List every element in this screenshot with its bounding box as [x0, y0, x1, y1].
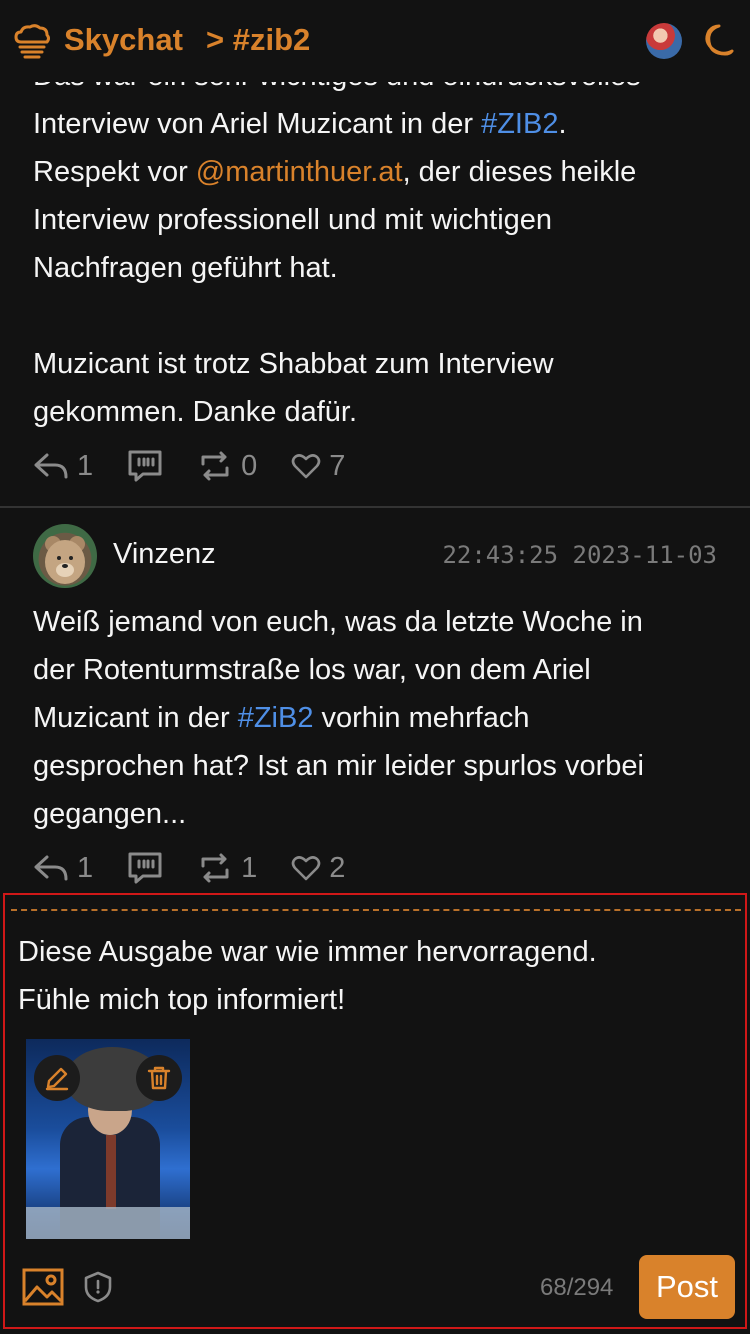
post-line: Respekt vor @martinthuer.at, der dieses … [33, 156, 637, 188]
author-name[interactable]: Vinzenz [113, 538, 216, 571]
post-divider [0, 506, 750, 508]
delete-image-button[interactable] [136, 1055, 182, 1101]
moon-icon[interactable] [697, 22, 735, 60]
character-counter: 68/294 [540, 1274, 614, 1301]
shield-icon[interactable] [84, 1271, 112, 1303]
reply-button[interactable]: 1 [33, 450, 93, 483]
post-line: gesprochen hat? Ist an mir leider spurlo… [33, 750, 644, 782]
attached-image [26, 1039, 190, 1239]
repost-count: 0 [241, 449, 258, 482]
repost-count: 1 [241, 851, 258, 884]
post-text: Das war ein sehr wichtiges und eindrucks… [33, 52, 641, 436]
post-actions: 1 1 2 [33, 848, 379, 888]
reply-count: 1 [77, 449, 94, 482]
post-text: Weiß jemand von euch, was da letzte Woch… [33, 598, 644, 838]
compose-line: Fühle mich top informiert! [18, 984, 346, 1016]
reply-count: 1 [77, 851, 94, 884]
post-line: Interview professionell und mit wichtige… [33, 204, 553, 236]
heart-icon [291, 856, 321, 881]
repost-button[interactable]: 1 [197, 852, 257, 885]
cloud-chat-icon[interactable] [12, 22, 52, 62]
app-header: Skychat > #zib2 [0, 0, 750, 82]
compose-textarea[interactable]: Diese Ausgabe war wie immer hervorragend… [18, 928, 597, 1024]
post-line: gegangen... [33, 798, 187, 830]
bear-avatar-image [45, 536, 85, 584]
repost-icon [201, 451, 229, 481]
compose-divider [11, 909, 741, 911]
reply-button[interactable]: 1 [33, 852, 93, 885]
channel-name[interactable]: > #zib2 [206, 22, 310, 58]
image-tie [106, 1135, 116, 1209]
compose-box[interactable]: Diese Ausgabe war wie immer hervorragend… [3, 893, 747, 1329]
hashtag-link[interactable]: #ZiB2 [238, 702, 314, 734]
post-line: Nachfragen geführt hat. [33, 252, 338, 284]
pencil-icon [45, 1067, 69, 1091]
user-avatar[interactable] [646, 23, 682, 59]
app-title[interactable]: Skychat [64, 22, 183, 58]
like-button[interactable]: 2 [291, 852, 345, 885]
quote-button[interactable] [127, 449, 163, 483]
timestamp: 22:43:25 2023-11-03 [442, 541, 717, 569]
post-line: Interview von Ariel Muzicant in der #ZIB… [33, 108, 567, 140]
post-line: gekommen. Danke dafür. [33, 396, 358, 428]
quote-icon [128, 852, 162, 884]
mention-link[interactable]: @martinthuer.at [196, 156, 403, 188]
quote-icon [128, 450, 162, 482]
repost-button[interactable]: 0 [197, 450, 257, 483]
edit-image-button[interactable] [34, 1055, 80, 1101]
like-button[interactable]: 7 [291, 450, 345, 483]
post-line: der Rotenturmstraße los war, von dem Ari… [33, 654, 591, 686]
like-count: 7 [329, 449, 346, 482]
heart-icon [291, 454, 321, 479]
image-icon[interactable] [21, 1267, 65, 1307]
post-line: Weiß jemand von euch, was da letzte Woch… [33, 606, 643, 638]
repost-icon [201, 853, 229, 883]
reply-icon [34, 855, 68, 881]
post-actions: 1 0 7 [33, 446, 379, 486]
reply-icon [34, 453, 68, 479]
avatar[interactable] [33, 524, 97, 588]
post-line: Muzicant ist trotz Shabbat zum Interview [33, 348, 554, 380]
post-line: Muzicant in der #ZiB2 vorhin mehrfach [33, 702, 530, 734]
trash-icon [147, 1066, 171, 1090]
quote-button[interactable] [127, 851, 163, 885]
like-count: 2 [329, 851, 346, 884]
compose-line: Diese Ausgabe war wie immer hervorragend… [18, 936, 597, 968]
post-button[interactable]: Post [639, 1255, 735, 1319]
hashtag-link[interactable]: #ZIB2 [481, 108, 558, 140]
image-desk [26, 1207, 190, 1239]
